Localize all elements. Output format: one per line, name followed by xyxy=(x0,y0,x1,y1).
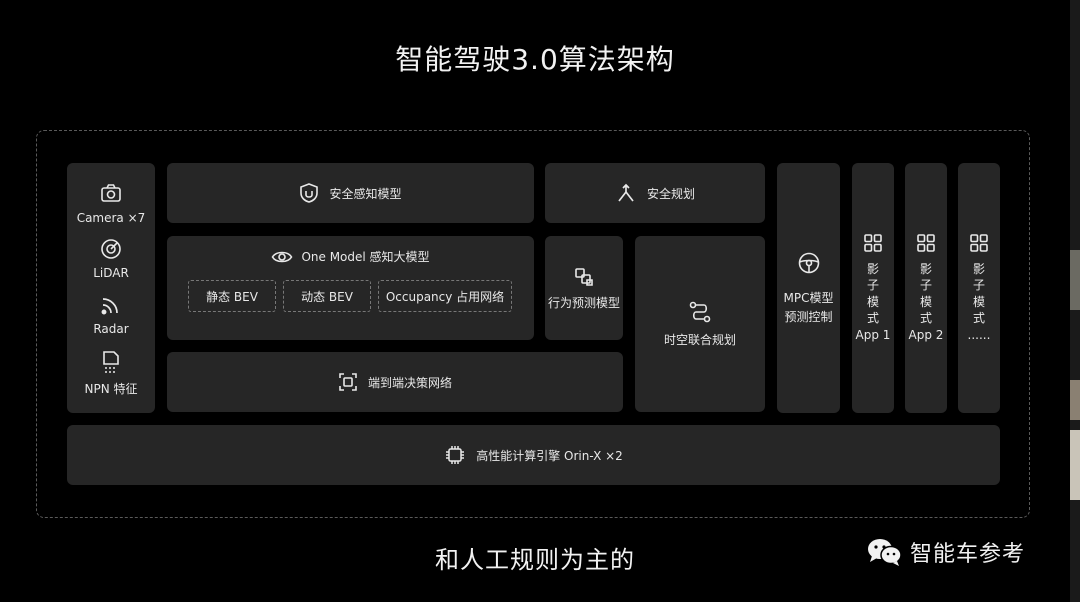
shadow-char: 子 xyxy=(972,278,985,293)
safety-perception-label: 安全感知模型 xyxy=(329,186,402,201)
npn-icon xyxy=(100,350,122,374)
watermark: 智能车参考 xyxy=(866,536,1025,568)
static-bev-box: 静态 BEV xyxy=(188,280,276,312)
behavior-prediction-model: 行为预测模型 xyxy=(545,236,623,340)
app-grid-icon xyxy=(969,233,989,253)
safety-planning: 安全规划 xyxy=(545,163,765,223)
one-model-perception: One Model 感知大模型 静态 BEV 动态 BEV Occupancy … xyxy=(167,236,534,340)
sensor-camera: Camera ×7 xyxy=(67,183,155,225)
right-edge-strip xyxy=(1070,0,1080,602)
shadow-char: 子 xyxy=(866,278,879,293)
sensor-radar: Radar xyxy=(67,294,155,336)
mpc-label-line1: MPC模型 xyxy=(783,291,834,305)
end-to-end-label: 端到端决策网络 xyxy=(367,375,452,390)
shadow-char: 模 xyxy=(972,294,985,309)
shadow-char: 影 xyxy=(972,261,985,276)
sensor-label: NPN 特征 xyxy=(84,382,138,396)
shadow-char: 模 xyxy=(866,294,879,309)
shadow-char: 子 xyxy=(919,278,932,293)
shadow-char: 模 xyxy=(919,294,932,309)
sensor-label: LiDAR xyxy=(93,266,129,280)
sensor-label: Camera ×7 xyxy=(76,211,146,225)
compute-engine: 高性能计算引擎 Orin-X ×2 xyxy=(67,425,1000,485)
dynamic-bev-box: 动态 BEV xyxy=(283,280,371,312)
behavior-prediction-label: 行为预测模型 xyxy=(547,295,620,310)
shadow-char: 影 xyxy=(919,261,932,276)
wechat-icon xyxy=(866,537,904,567)
sensor-panel: Camera ×7 LiDAR Radar NPN 特征 xyxy=(67,163,155,413)
spatiotemporal-label: 时空联合规划 xyxy=(663,332,736,347)
steering-wheel-icon xyxy=(797,251,821,275)
sensor-npn: NPN 特征 xyxy=(67,350,155,397)
page-title: 智能驾驶3.0算法架构 xyxy=(395,43,675,76)
layers-icon xyxy=(573,266,595,288)
shadow-app-label: ...... xyxy=(967,327,991,342)
chip-icon xyxy=(444,444,466,466)
mpc-label-line2: 预测控制 xyxy=(784,310,833,324)
app-grid-icon xyxy=(916,233,936,253)
radar-icon xyxy=(100,294,122,316)
shadow-app-label: App 2 xyxy=(908,327,944,342)
sensor-label: Radar xyxy=(93,322,129,336)
shield-icon xyxy=(299,182,319,204)
safety-perception-model: 安全感知模型 xyxy=(167,163,534,223)
watermark-text: 智能车参考 xyxy=(910,542,1026,567)
shadow-app-3: 影 子 模 式 ...... xyxy=(958,163,1000,413)
shadow-app-label: App 1 xyxy=(855,327,891,342)
scan-icon xyxy=(338,372,358,392)
shadow-char: 影 xyxy=(866,261,879,276)
fork-arrow-icon xyxy=(615,182,637,204)
app-grid-icon xyxy=(863,233,883,253)
eye-icon xyxy=(271,249,293,265)
one-model-label: One Model 感知大模型 xyxy=(301,250,430,264)
shadow-char: 式 xyxy=(972,311,985,326)
shadow-app-2: 影 子 模 式 App 2 xyxy=(905,163,947,413)
lidar-icon xyxy=(100,238,122,260)
route-icon xyxy=(688,301,712,323)
spatiotemporal-joint-planning: 时空联合规划 xyxy=(635,236,765,412)
sensor-lidar: LiDAR xyxy=(67,238,155,280)
shadow-app-1: 影 子 模 式 App 1 xyxy=(852,163,894,413)
shadow-char: 式 xyxy=(866,311,879,326)
camera-icon xyxy=(100,183,122,203)
end-to-end-decision-network: 端到端决策网络 xyxy=(167,352,623,412)
occupancy-box: Occupancy 占用网络 xyxy=(378,280,512,312)
compute-label: 高性能计算引擎 Orin-X ×2 xyxy=(476,448,623,463)
mpc-predictive-control: MPC模型 预测控制 xyxy=(777,163,840,413)
shadow-char: 式 xyxy=(919,311,932,326)
safety-planning-label: 安全规划 xyxy=(646,186,695,201)
